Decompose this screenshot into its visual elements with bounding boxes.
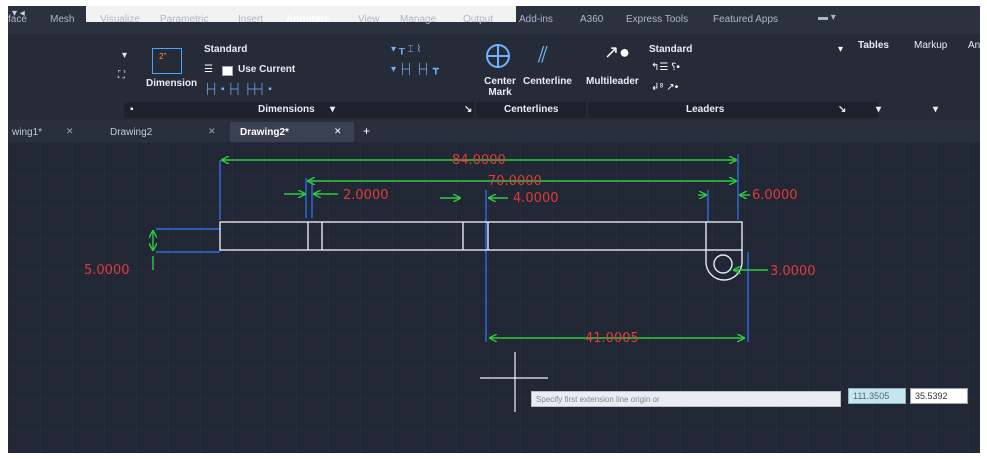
- dim-text-end: 6.0000: [752, 188, 798, 203]
- dim-text-gap-a: 2.0000: [343, 188, 389, 203]
- ribbon-tab-a360[interactable]: A360: [580, 14, 603, 25]
- close-tab-icon[interactable]: ✕: [208, 126, 216, 137]
- document-tab-wing1[interactable]: wing1*: [8, 122, 52, 142]
- collapse-arrow-icon[interactable]: ▾: [122, 50, 127, 61]
- dimensions-panel-title: Dimensions: [258, 104, 315, 115]
- centerline-button[interactable]: Centerline: [523, 76, 572, 87]
- dim-text-gap-b: 4.0000: [513, 191, 559, 206]
- centerlines-panel-title: Centerlines: [504, 104, 559, 115]
- ribbon-options-icon[interactable]: ▬ ▾: [818, 12, 836, 23]
- ribbon-tab-view[interactable]: View: [358, 14, 380, 25]
- ribbon-panel: ▾ ⛶ 2" Dimension Standard ☰ Use Current …: [8, 34, 980, 120]
- document-tab-bar: wing1* ✕ Drawing2 ✕ Drawing2* ✕ +: [8, 120, 980, 142]
- dim-text-hole: 3.0000: [770, 264, 816, 279]
- ribbon-tab-annotate[interactable]: Annotate: [286, 14, 329, 25]
- linear-dim-icon[interactable]: ├┤ ▪ ├┤ ├┼┤ ▪: [204, 84, 272, 95]
- dim-tools-row1-icon[interactable]: ▾ ┰ ⌶ ⌇: [391, 44, 421, 55]
- center-mark-button[interactable]: Center Mark: [480, 76, 520, 98]
- ribbon-tab-surface[interactable]: face: [8, 14, 27, 25]
- ribbon-tab-insert[interactable]: Insert: [238, 14, 263, 25]
- leaders-panel-title: Leaders: [686, 104, 725, 115]
- tables-expand-icon[interactable]: ▾: [876, 104, 881, 115]
- new-tab-plus-icon[interactable]: +: [363, 124, 370, 138]
- close-tab-icon[interactable]: ✕: [334, 126, 342, 137]
- dimension-layer-select[interactable]: Use Current: [238, 64, 295, 75]
- annotation-scaling-panel[interactable]: An: [968, 40, 980, 51]
- autocad-window: ▾ ◂ face Mesh Visualize Parametric Inser…: [8, 6, 980, 453]
- dimension-style-select[interactable]: Standard: [204, 44, 247, 55]
- layer-list-icon: ☰: [204, 64, 213, 75]
- multileader-style-select[interactable]: Standard: [649, 44, 692, 55]
- leaders-launcher-icon[interactable]: ↘: [838, 104, 846, 115]
- center-mark-icon[interactable]: [486, 44, 510, 68]
- dialog-launcher-icon[interactable]: ↘: [464, 104, 472, 115]
- dim-tools-row2-icon[interactable]: ▾ ├┤ ├┤ ┳: [391, 64, 439, 75]
- ribbon-tab-output[interactable]: Output: [463, 14, 493, 25]
- leader-add-icon[interactable]: ↰☰ ⸮•: [651, 62, 680, 73]
- dim-text-span: 70.0000: [488, 174, 542, 189]
- multileader-icon[interactable]: ↗●: [604, 42, 630, 63]
- dimensions-expand-icon[interactable]: ▾: [330, 104, 335, 115]
- centerlines-panel-bar: Centerlines: [476, 102, 586, 118]
- multileader-button[interactable]: Multileader: [586, 76, 639, 87]
- leaders-panel-bar: Leaders ↘: [588, 102, 878, 118]
- dynamic-input-x-field[interactable]: 111.3505: [848, 388, 906, 404]
- dimension-button[interactable]: Dimension: [146, 78, 197, 89]
- leader-style-dropdown-icon[interactable]: ▾: [838, 44, 843, 55]
- layer-color-swatch: [222, 66, 233, 76]
- ribbon-tab-addins[interactable]: Add-ins: [519, 14, 553, 25]
- ribbon-tab-express-tools[interactable]: Express Tools: [626, 14, 688, 25]
- dimensions-panel-bar[interactable]: ▪ Dimensions ▾ ↘: [124, 102, 474, 118]
- dim-text-bottom: 41.0005: [585, 331, 639, 346]
- document-tab-drawing2[interactable]: Drawing2: [100, 122, 162, 142]
- dynamic-input-prompt: Specify first extension line origin or: [531, 391, 841, 407]
- leader-align-icon[interactable]: ↲⁸ ↗•: [651, 82, 678, 93]
- ribbon-tab-manage[interactable]: Manage: [400, 14, 436, 25]
- dim-text-overall: 84.0000: [452, 153, 506, 168]
- ribbon-tab-featured-apps[interactable]: Featured Apps: [713, 14, 778, 25]
- ribbon-tab-visualize[interactable]: Visualize: [100, 14, 140, 25]
- layer-icon: ⛶: [118, 70, 125, 81]
- ribbon-tab-mesh[interactable]: Mesh: [50, 14, 74, 25]
- ribbon-tab-bar: ▾ ◂ face Mesh Visualize Parametric Inser…: [8, 6, 980, 34]
- close-tab-icon[interactable]: ✕: [66, 126, 74, 137]
- markup-panel[interactable]: Markup: [914, 40, 947, 51]
- centerline-icon[interactable]: ⫽: [538, 42, 548, 68]
- dim-text-height: 5.0000: [84, 263, 130, 278]
- ribbon-tab-parametric[interactable]: Parametric: [160, 14, 208, 25]
- dimension-icon[interactable]: 2": [152, 48, 182, 74]
- tables-panel[interactable]: Tables: [858, 40, 889, 51]
- dynamic-input-y-field[interactable]: 35.5392: [910, 388, 968, 404]
- markup-expand-icon[interactable]: ▾: [933, 104, 938, 115]
